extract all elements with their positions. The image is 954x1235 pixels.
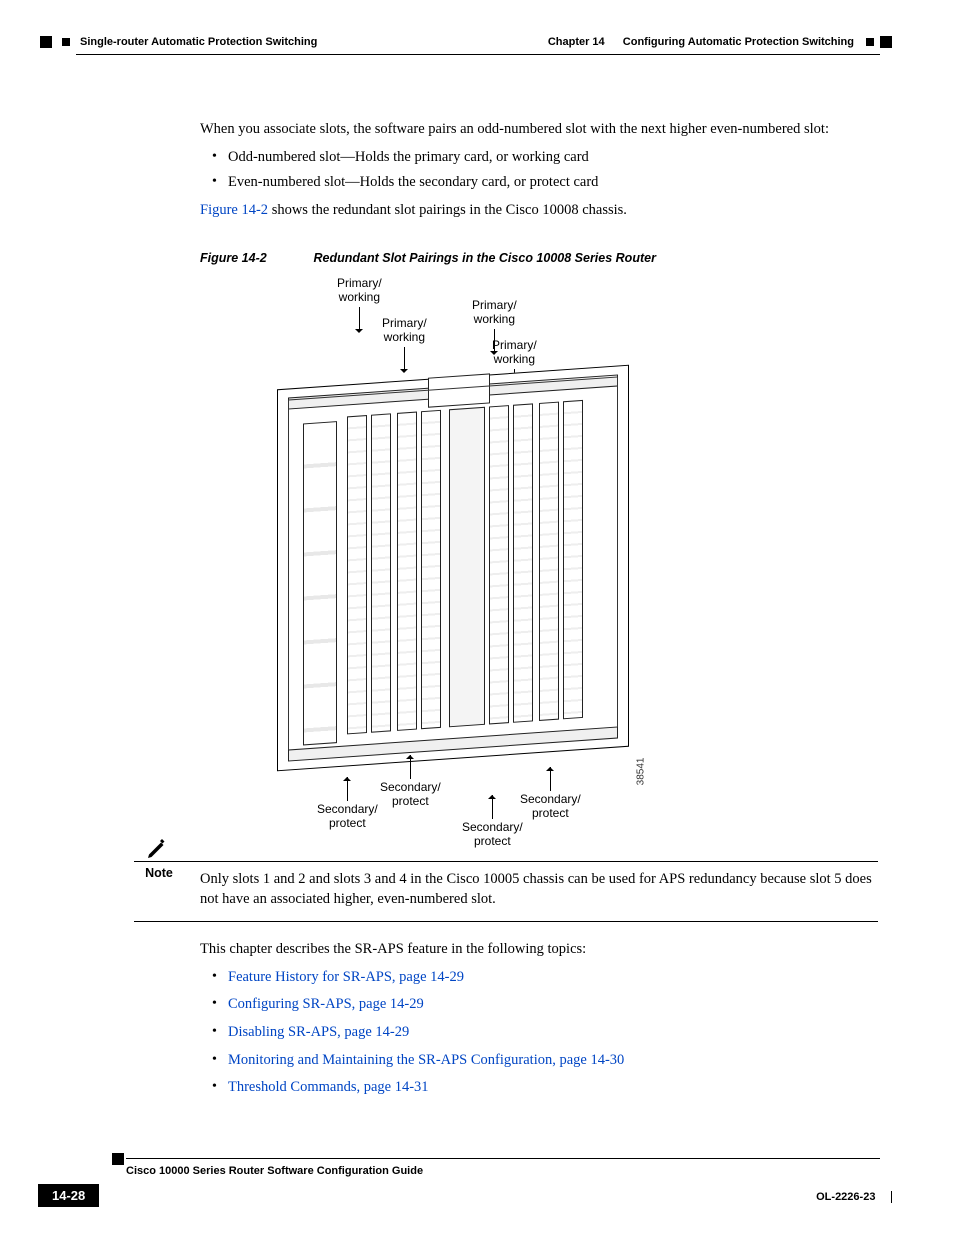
note-text: Only slots 1 and 2 and slots 3 and 4 in … [200, 870, 878, 917]
list-item-text: Even-numbered slot—Holds the secondary c… [228, 174, 598, 190]
topics-list: Feature History for SR-APS, page 14-29 C… [200, 968, 878, 1098]
topic-link[interactable]: Threshold Commands, page 14-31 [228, 1079, 429, 1095]
topic-link[interactable]: Monitoring and Maintaining the SR-APS Co… [228, 1052, 624, 1068]
figure-diagram: Primary/working Primary/working Primary/… [262, 277, 642, 847]
figure-reference-line: Figure 14-2 shows the redundant slot pai… [200, 201, 878, 221]
figure-label-primary-2: Primary/working [382, 317, 427, 373]
topics-intro: This chapter describes the SR-APS featur… [200, 940, 878, 960]
header-marker-left-small-icon [62, 38, 70, 46]
figure-label-secondary-2: Secondary/protect [380, 755, 441, 809]
doc-id: OL-2226-23 [816, 1191, 892, 1203]
slot-rules-list: Odd-numbered slot—Holds the primary card… [200, 148, 878, 193]
note-block: Note Only slots 1 and 2 and slots 3 and … [200, 861, 878, 922]
list-item-text: Odd-numbered slot—Holds the primary card… [228, 149, 589, 165]
topic-link[interactable]: Configuring SR-APS, page 14-29 [228, 996, 424, 1012]
chassis-outline [277, 365, 629, 772]
header-rule [76, 54, 880, 55]
footer-square-icon [112, 1153, 124, 1165]
intro-text: When you associate slots, the software p… [200, 120, 878, 140]
figure-label-primary-1: Primary/working [337, 277, 382, 333]
header-chapter-title: Configuring Automatic Protection Switchi… [623, 36, 854, 48]
topic-link[interactable]: Feature History for SR-APS, page 14-29 [228, 969, 464, 985]
header-marker-right-icon [880, 36, 892, 48]
doc-id-bar-icon [891, 1191, 893, 1203]
page-header: Single-router Automatic Protection Switc… [40, 36, 892, 48]
list-item: Threshold Commands, page 14-31 [200, 1078, 878, 1098]
header-marker-right-small-icon [866, 38, 874, 46]
figure-caption: Figure 14-2 Redundant Slot Pairings in t… [200, 250, 878, 267]
list-item: Disabling SR-APS, page 14-29 [200, 1023, 878, 1043]
figure-id-number: 38541 [635, 757, 649, 785]
figure-number: Figure 14-2 [200, 250, 310, 267]
header-marker-left-icon [40, 36, 52, 48]
figure-label-secondary-4: Secondary/protect [520, 767, 581, 821]
figure-label-secondary-1: Secondary/protect [317, 777, 378, 831]
page-number-badge: 14-28 [38, 1184, 99, 1207]
header-section-text: Single-router Automatic Protection Switc… [80, 36, 317, 48]
note-label: Note [134, 865, 184, 882]
figure-label-secondary-3: Secondary/protect [462, 795, 523, 849]
topic-link[interactable]: Disabling SR-APS, page 14-29 [228, 1024, 409, 1040]
header-chapter-label: Chapter 14 [548, 36, 605, 48]
footer-rule [126, 1158, 880, 1159]
list-item: Monitoring and Maintaining the SR-APS Co… [200, 1051, 878, 1071]
pencil-icon [145, 837, 169, 861]
list-item: Even-numbered slot—Holds the secondary c… [200, 173, 878, 193]
doc-id-text: OL-2226-23 [816, 1191, 875, 1203]
list-item: Feature History for SR-APS, page 14-29 [200, 968, 878, 988]
figure-ref-tail: shows the redundant slot pairings in the… [268, 202, 627, 218]
list-item: Configuring SR-APS, page 14-29 [200, 995, 878, 1015]
figure-title: Redundant Slot Pairings in the Cisco 100… [313, 251, 655, 265]
footer-guide-title: Cisco 10000 Series Router Software Confi… [126, 1165, 423, 1177]
main-content: When you associate slots, the software p… [200, 120, 878, 1106]
figure-ref-link[interactable]: Figure 14-2 [200, 202, 268, 218]
list-item: Odd-numbered slot—Holds the primary card… [200, 148, 878, 168]
